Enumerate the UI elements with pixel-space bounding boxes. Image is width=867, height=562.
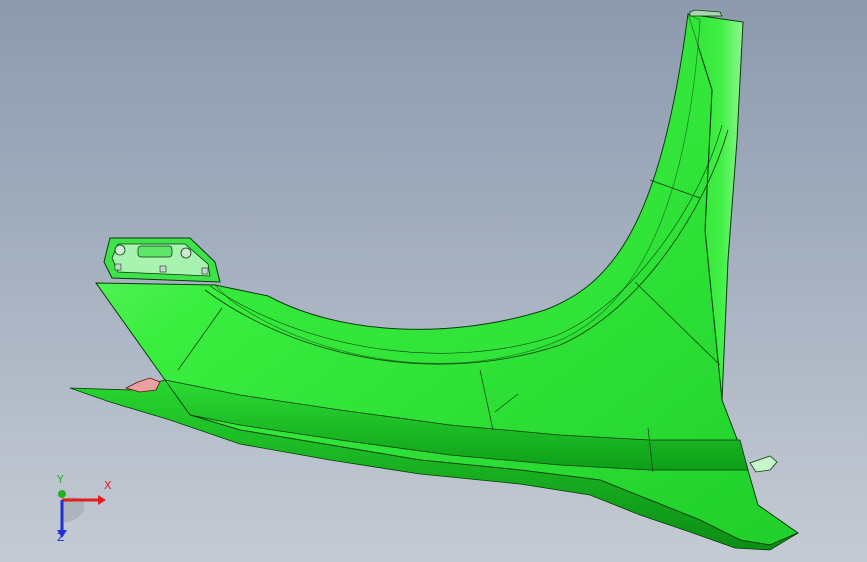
side-tab: [749, 455, 778, 473]
pillar-top-cap: [689, 9, 723, 17]
x-axis-label: X: [104, 479, 112, 492]
axis-triad: X Y Z: [40, 473, 120, 550]
3d-viewport[interactable]: X Y Z: [0, 0, 867, 562]
mounting-bracket: [103, 237, 221, 283]
fender-model[interactable]: [0, 0, 867, 562]
z-axis-label: Z: [57, 531, 65, 544]
y-axis-label: Y: [57, 473, 64, 486]
